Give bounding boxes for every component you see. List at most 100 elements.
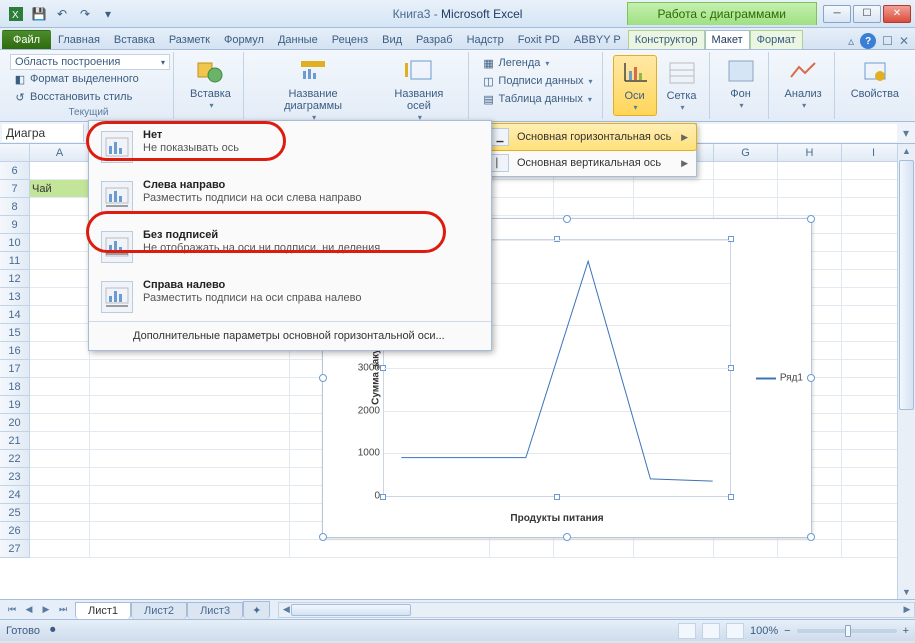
horizontal-scrollbar[interactable]: ◀ ▶ bbox=[278, 602, 915, 618]
minimize-button[interactable]: ─ bbox=[823, 5, 851, 23]
cell[interactable] bbox=[554, 540, 634, 558]
chart-legend[interactable]: Ряд1 bbox=[756, 373, 803, 384]
cell[interactable] bbox=[30, 252, 90, 270]
cell[interactable] bbox=[90, 414, 290, 432]
row-header[interactable]: 16 bbox=[0, 342, 30, 360]
zoom-in-icon[interactable]: + bbox=[903, 625, 909, 637]
cell[interactable] bbox=[90, 468, 290, 486]
axes-button[interactable]: Оси bbox=[613, 55, 657, 116]
analysis-button[interactable]: Анализ bbox=[779, 54, 828, 113]
cell[interactable] bbox=[778, 180, 842, 198]
tab-view[interactable]: Вид bbox=[375, 30, 409, 49]
cell[interactable] bbox=[554, 180, 634, 198]
insert-button[interactable]: Вставка bbox=[184, 54, 237, 113]
cell[interactable] bbox=[554, 198, 634, 216]
new-sheet-button[interactable]: ✦ bbox=[243, 601, 270, 619]
sheet-nav-first-icon[interactable]: ⏮ bbox=[4, 602, 20, 618]
properties-button[interactable]: Свойства bbox=[845, 54, 905, 102]
row-header[interactable]: 17 bbox=[0, 360, 30, 378]
cell[interactable] bbox=[30, 216, 90, 234]
data-labels-button[interactable]: ◫ Подписи данных bbox=[479, 72, 596, 90]
cell[interactable] bbox=[30, 378, 90, 396]
axis-titles-button[interactable]: Названия осей bbox=[376, 54, 461, 125]
row-header[interactable]: 26 bbox=[0, 522, 30, 540]
close-button[interactable]: ✕ bbox=[883, 5, 911, 23]
tab-format[interactable]: Формат bbox=[750, 30, 803, 49]
save-icon[interactable]: 💾 bbox=[29, 4, 49, 24]
cell[interactable] bbox=[490, 180, 554, 198]
cell[interactable] bbox=[30, 306, 90, 324]
select-all-corner[interactable] bbox=[0, 144, 30, 161]
tab-file[interactable]: Файл bbox=[2, 30, 51, 49]
hscroll-thumb[interactable] bbox=[291, 604, 411, 616]
tab-review[interactable]: Реценз bbox=[325, 30, 375, 49]
cell[interactable] bbox=[30, 414, 90, 432]
gallery-more-options[interactable]: Дополнительные параметры основной горизо… bbox=[89, 321, 491, 350]
axes-primary-horizontal[interactable]: ▁ Основная горизонтальная ось ▶ bbox=[482, 123, 697, 151]
cell[interactable] bbox=[714, 198, 778, 216]
sheet-nav-prev-icon[interactable]: ◀ bbox=[21, 602, 37, 618]
maximize-button[interactable]: ☐ bbox=[853, 5, 881, 23]
redo-icon[interactable]: ↷ bbox=[75, 4, 95, 24]
cell[interactable] bbox=[290, 540, 490, 558]
cell[interactable] bbox=[634, 180, 714, 198]
name-box[interactable]: Диагра bbox=[2, 124, 84, 142]
cell[interactable] bbox=[30, 450, 90, 468]
view-normal-icon[interactable] bbox=[678, 623, 696, 639]
tab-chart-layout[interactable]: Макет bbox=[705, 30, 750, 49]
cell[interactable] bbox=[90, 378, 290, 396]
sheet-nav-next-icon[interactable]: ▶ bbox=[38, 602, 54, 618]
cell[interactable]: Чай bbox=[30, 180, 90, 198]
col-header[interactable]: A bbox=[30, 144, 90, 161]
cell[interactable] bbox=[30, 468, 90, 486]
row-header[interactable]: 23 bbox=[0, 468, 30, 486]
cell[interactable] bbox=[90, 540, 290, 558]
macro-record-icon[interactable]: ⏺ bbox=[50, 624, 56, 637]
row-header[interactable]: 11 bbox=[0, 252, 30, 270]
tab-formulas[interactable]: Формул bbox=[217, 30, 271, 49]
gallery-option-no-labels[interactable]: Без подписейНе отображать на оси ни подп… bbox=[89, 221, 491, 271]
cell[interactable] bbox=[714, 540, 778, 558]
view-page-break-icon[interactable] bbox=[726, 623, 744, 639]
row-header[interactable]: 22 bbox=[0, 450, 30, 468]
excel-icon[interactable]: X bbox=[6, 4, 26, 24]
cell[interactable] bbox=[30, 324, 90, 342]
cell[interactable] bbox=[30, 288, 90, 306]
tab-foxit[interactable]: Foxit PD bbox=[511, 30, 567, 49]
reset-style-button[interactable]: ↺ Восстановить стиль bbox=[10, 88, 167, 106]
tab-design[interactable]: Конструктор bbox=[628, 30, 705, 49]
cell[interactable] bbox=[90, 450, 290, 468]
row-header[interactable]: 25 bbox=[0, 504, 30, 522]
gridlines-button[interactable]: Сетка bbox=[661, 56, 703, 115]
scroll-up-icon[interactable]: ▲ bbox=[898, 144, 915, 158]
cell[interactable] bbox=[30, 432, 90, 450]
cell[interactable] bbox=[90, 522, 290, 540]
qat-more-icon[interactable]: ▾ bbox=[98, 4, 118, 24]
cell[interactable] bbox=[778, 162, 842, 180]
sheet-tab-1[interactable]: Лист1 bbox=[75, 602, 131, 619]
scroll-thumb[interactable] bbox=[899, 160, 914, 410]
tab-home[interactable]: Главная bbox=[51, 30, 107, 49]
minimize-ribbon-icon[interactable]: ▵ bbox=[848, 34, 854, 48]
row-header[interactable]: 21 bbox=[0, 432, 30, 450]
zoom-slider[interactable] bbox=[797, 629, 897, 633]
scroll-down-icon[interactable]: ▼ bbox=[898, 585, 915, 599]
cell[interactable] bbox=[30, 342, 90, 360]
mdi-close-icon[interactable]: ✕ bbox=[899, 34, 909, 48]
scroll-right-icon[interactable]: ▶ bbox=[900, 604, 914, 615]
cell[interactable] bbox=[90, 432, 290, 450]
col-header[interactable]: H bbox=[778, 144, 842, 161]
gallery-option-rtl[interactable]: Справа налевоРазместить подписи на оси с… bbox=[89, 271, 491, 321]
row-header[interactable]: 14 bbox=[0, 306, 30, 324]
cell[interactable] bbox=[490, 198, 554, 216]
row-header[interactable]: 13 bbox=[0, 288, 30, 306]
chart-area-selector[interactable]: Область построения▾ bbox=[10, 54, 170, 70]
sheet-tab-2[interactable]: Лист2 bbox=[131, 602, 187, 619]
row-header[interactable]: 9 bbox=[0, 216, 30, 234]
cell[interactable] bbox=[490, 540, 554, 558]
gallery-option-none[interactable]: НетНе показывать ось bbox=[89, 121, 491, 171]
cell[interactable] bbox=[778, 198, 842, 216]
cell[interactable] bbox=[30, 396, 90, 414]
row-header[interactable]: 8 bbox=[0, 198, 30, 216]
cell[interactable] bbox=[30, 198, 90, 216]
